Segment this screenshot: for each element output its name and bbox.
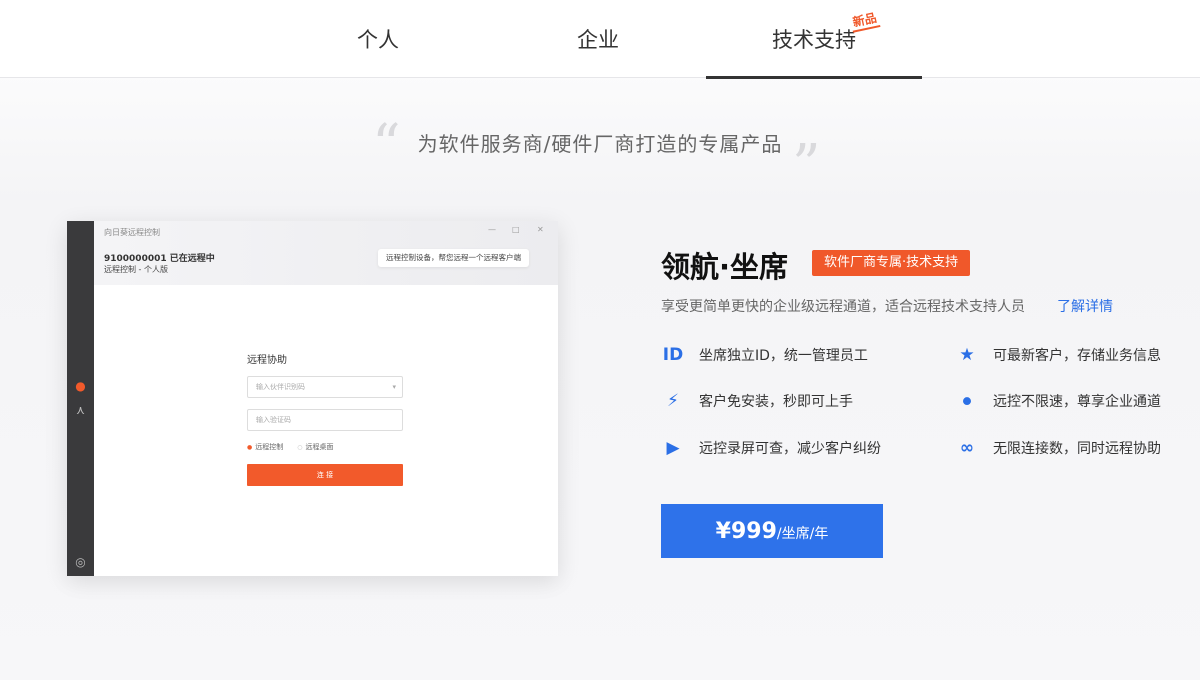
preview-mode-radios: 远程控制 远程桌面	[247, 442, 403, 452]
preview-subtitle: 远程控制 - 个人版	[104, 265, 168, 274]
learn-more-link[interactable]: 了解详情	[1057, 296, 1113, 316]
preview-device-id: 9100000001 已在远程中	[104, 254, 215, 264]
tab-personal[interactable]: 个人	[270, 0, 486, 78]
preview-connect-button: 连 接	[247, 464, 403, 486]
settings-icon: ◎	[75, 555, 86, 569]
price-value: ¥999	[715, 518, 777, 544]
preview-window-title: 向日葵远程控制	[104, 228, 160, 237]
chevron-down-icon: ▾	[392, 383, 396, 391]
product-description: 享受更简单更快的企业级远程通道，适合远程技术支持人员	[661, 299, 1025, 315]
preview-tip-bubble: 远程控制设备，帮您远程一个远程客户端	[378, 249, 529, 267]
feature-text: 可最新客户，存储业务信息	[993, 348, 1161, 364]
feature-item: ⦁ 远控不限速，尊享企业通道	[955, 389, 1161, 413]
feature-item: ∞ 无限连接数，同时远程协助	[955, 436, 1161, 460]
preview-sidebar: ● ⋏ ◎	[67, 221, 94, 576]
remote-control-icon: ●	[75, 379, 86, 393]
preview-header: 向日葵远程控制 — □ ✕ 9100000001 已在远程中 远程控制 - 个人…	[94, 221, 558, 285]
slogan: 为软件服务商/硬件厂商打造的专属产品	[417, 132, 783, 156]
feature-text: 远控录屏可查，减少客户纠纷	[699, 441, 881, 457]
buy-price-button[interactable]: ¥999/坐席/年	[661, 504, 883, 558]
preview-radio-desktop: 远程桌面	[297, 442, 334, 452]
tab-enterprise[interactable]: 企业	[490, 0, 706, 78]
feature-text: 客户免安装，秒即可上手	[699, 394, 853, 410]
tab-tech-support-label: 技术支持	[772, 28, 856, 52]
close-quote-icon: ”	[792, 133, 821, 198]
preview-form-title: 远程协助	[247, 355, 287, 366]
product-tag: 软件厂商专属·技术支持	[812, 250, 971, 276]
feature-item: ★ 可最新客户，存储业务信息	[955, 343, 1161, 367]
feature-text: 无限连接数，同时远程协助	[993, 441, 1161, 457]
tab-personal-label: 个人	[357, 28, 399, 52]
feature-text: 坐席独立ID，统一管理员工	[699, 348, 868, 364]
price-unit: /坐席/年	[776, 525, 829, 542]
infinity-icon: ∞	[959, 438, 975, 458]
user-icon: ⋏	[76, 403, 85, 417]
preview-radio-control: 远程控制	[247, 442, 283, 452]
id-icon: ID	[662, 345, 684, 365]
product-preview-window: ● ⋏ ◎ 向日葵远程控制 — □ ✕ 9100000001 已在远程中 远程控…	[67, 221, 558, 576]
tab-tech-support[interactable]: 技术支持 新品	[706, 0, 922, 79]
star-icon: ★	[959, 345, 975, 365]
product-title: 领航·坐席	[661, 250, 789, 284]
close-icon: ✕	[537, 225, 544, 234]
top-tab-bar: 个人 企业 技术支持 新品	[0, 0, 1200, 79]
tab-enterprise-label: 企业	[577, 28, 619, 52]
network-icon: ⦁	[962, 391, 972, 411]
feature-item: ⚡ 客户免安装，秒即可上手	[661, 389, 853, 413]
preview-verify-code-input: 输入验证码	[247, 409, 403, 431]
minimize-icon: —	[488, 225, 496, 234]
preview-connect-form: 远程协助 输入伙伴识别码 ▾ 输入验证码 远程控制 远程桌面 连 接	[247, 351, 403, 486]
preview-partner-id-input: 输入伙伴识别码 ▾	[247, 376, 403, 398]
video-record-icon: ▶	[666, 438, 680, 458]
new-badge: 新品	[849, 10, 881, 33]
feature-item: ID 坐席独立ID，统一管理员工	[661, 343, 868, 367]
feature-item: ▶ 远控录屏可查，减少客户纠纷	[661, 436, 881, 460]
feature-text: 远控不限速，尊享企业通道	[993, 394, 1161, 410]
lightning-icon: ⚡	[667, 391, 679, 411]
maximize-icon: □	[512, 225, 520, 234]
